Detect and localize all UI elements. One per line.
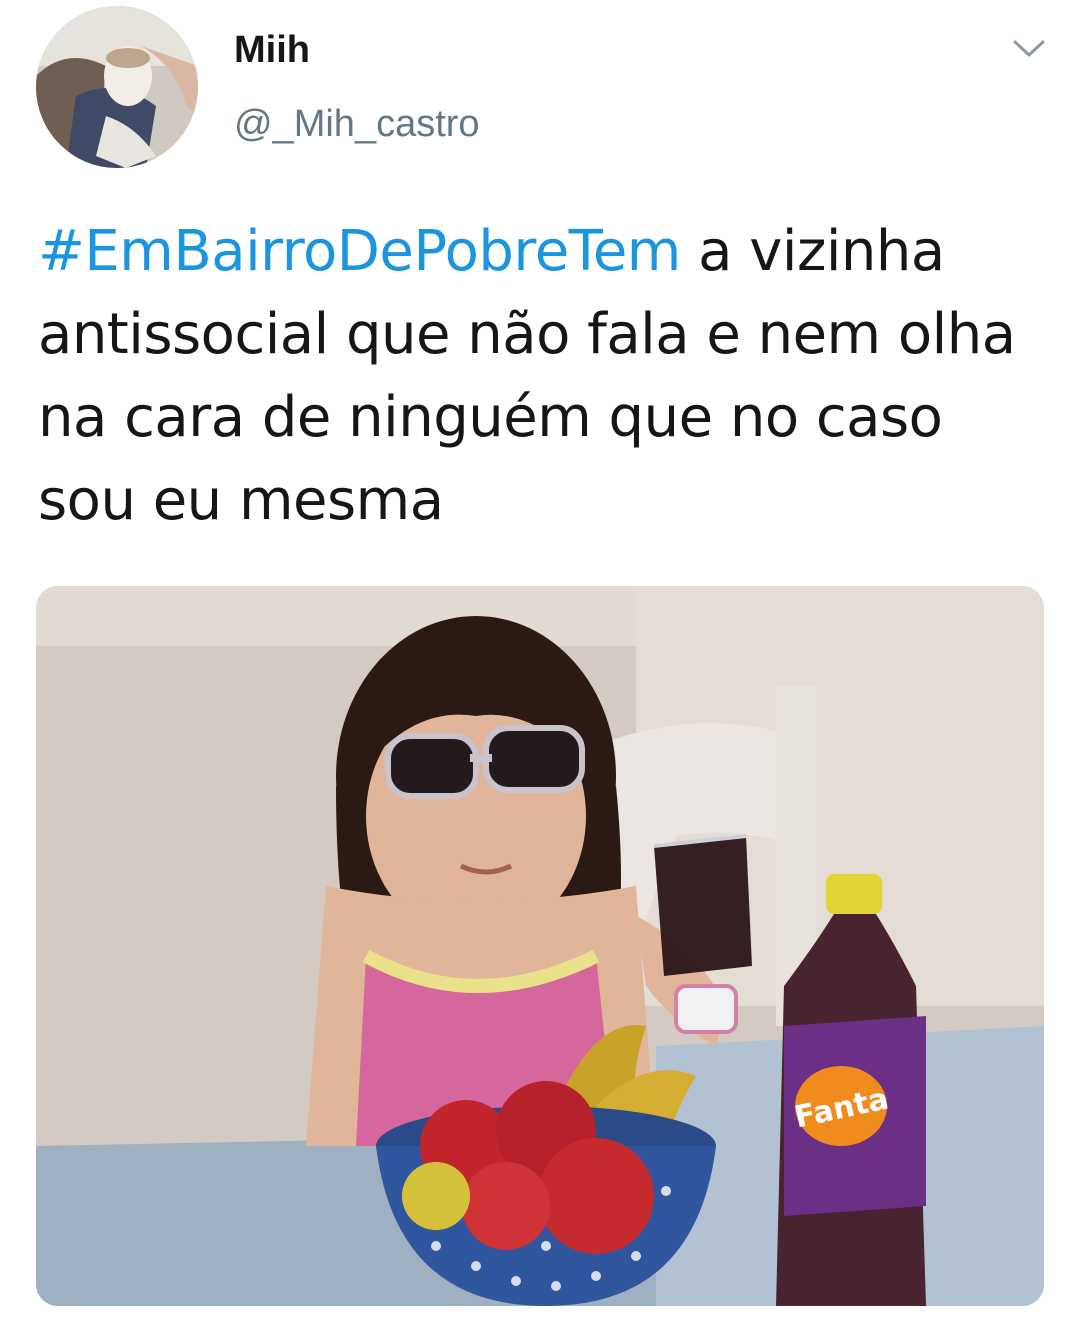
avatar[interactable] <box>36 6 198 168</box>
tweet-card: Miih @_Mih_castro #EmBairroDePobreTem a … <box>0 0 1080 1326</box>
author-display-name[interactable]: Miih <box>234 24 310 76</box>
tweet-media-photo[interactable]: Fanta <box>36 586 1044 1306</box>
hashtag-link[interactable]: #EmBairroDePobreTem <box>38 219 681 284</box>
chevron-down-icon[interactable] <box>1006 30 1052 68</box>
author-handle[interactable]: @_Mih_castro <box>234 98 480 150</box>
tweet-text: #EmBairroDePobreTem a vizinha antissocia… <box>38 210 1048 542</box>
